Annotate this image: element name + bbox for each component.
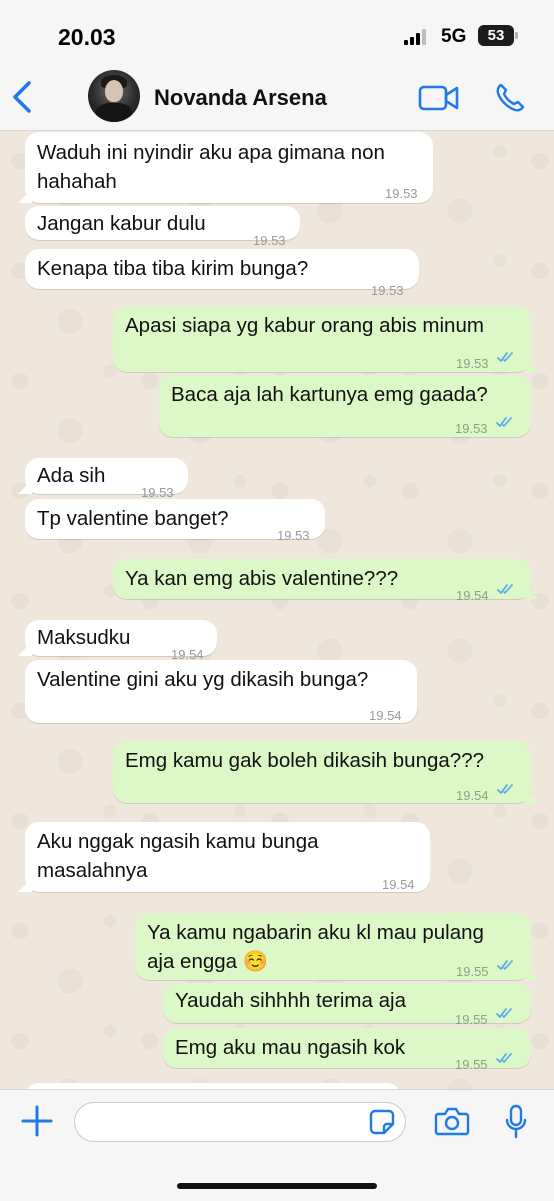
message-line: Valentine gini aku yg dikasih bunga? bbox=[37, 668, 369, 691]
outgoing-message[interactable]: Apasi siapa yg kabur orang abis minum 19.… bbox=[113, 306, 538, 372]
incoming-message[interactable]: Kenapa tiba tiba kirim bunga? 19.53 bbox=[25, 249, 419, 298]
message-time: 19.54 bbox=[456, 588, 489, 603]
chat-header: Novanda Arsena bbox=[0, 62, 554, 131]
avatar[interactable] bbox=[88, 70, 140, 122]
plus-icon[interactable] bbox=[20, 1104, 54, 1138]
message-line: Yaudah sihhhh terima aja bbox=[175, 989, 406, 1012]
message-time: 19.54 bbox=[456, 788, 489, 803]
home-indicator bbox=[177, 1183, 377, 1189]
message-time: 19.53 bbox=[385, 186, 418, 201]
sticker-icon[interactable] bbox=[369, 1109, 395, 1135]
message-line: masalahnya bbox=[37, 859, 148, 882]
bubble-tail bbox=[18, 480, 32, 494]
message-line: Emg kamu gak boleh dikasih bunga??? bbox=[125, 749, 484, 772]
message-text: Apasi siapa yg kabur orang abis minum bbox=[125, 311, 484, 340]
microphone-icon[interactable] bbox=[504, 1104, 528, 1140]
message-time: 19.53 bbox=[277, 528, 310, 543]
message-time: 19.54 bbox=[382, 877, 415, 892]
message-line: Emg aku mau ngasih kok bbox=[175, 1036, 406, 1059]
double-check-icon bbox=[497, 784, 513, 794]
message-text: Emg kamu gak boleh dikasih bunga??? bbox=[125, 746, 484, 775]
double-check-icon bbox=[497, 584, 513, 594]
status-time: 20.03 bbox=[58, 24, 116, 50]
camera-icon[interactable] bbox=[434, 1106, 470, 1136]
video-call-icon[interactable] bbox=[418, 84, 460, 112]
message-text: Jangan kabur dulu bbox=[37, 209, 206, 238]
bubble-tail bbox=[18, 189, 32, 203]
message-text: Tp valentine banget? bbox=[37, 504, 228, 533]
bubble-tail bbox=[524, 789, 538, 803]
message-line: Baca aja lah kartunya emg gaada? bbox=[171, 383, 488, 406]
incoming-message[interactable]: Maksudku 19.54 bbox=[18, 620, 217, 662]
message-line: Apasi siapa yg kabur orang abis minum bbox=[125, 314, 484, 337]
message-text: Baca aja lah kartunya emg gaada? bbox=[171, 380, 488, 409]
double-check-icon bbox=[496, 1053, 512, 1063]
message-text: Emg aku mau ngasih kok bbox=[175, 1033, 405, 1062]
incoming-message[interactable]: Aku nggak ngasih kamu bunga masalahnya 19.… bbox=[18, 822, 430, 892]
message-line: Jangan kabur dulu bbox=[37, 212, 206, 235]
message-text: Yaudah sihhhh terima aja bbox=[175, 986, 406, 1015]
outgoing-message[interactable]: Emg aku mau ngasih kok 19.55 bbox=[163, 1028, 531, 1072]
bubble-tail bbox=[524, 585, 538, 599]
message-text: Ada sih bbox=[37, 461, 105, 490]
message-text: Aku nggak ngasih kamu bunga masalahnya bbox=[37, 827, 319, 885]
phone-call-icon[interactable] bbox=[494, 82, 526, 114]
double-check-icon bbox=[497, 960, 513, 970]
message-line: Ya kamu ngabarin aku kl mau pulang bbox=[147, 921, 484, 944]
battery-tip bbox=[515, 32, 518, 39]
message-line: hahahah bbox=[37, 170, 117, 193]
bubble-tail bbox=[524, 966, 538, 980]
double-check-icon bbox=[497, 352, 513, 362]
bubble-tail bbox=[524, 358, 538, 372]
message-input[interactable] bbox=[74, 1102, 406, 1142]
message-line: Aku nggak ngasih kamu bunga bbox=[37, 830, 319, 853]
message-time: 19.53 bbox=[456, 356, 489, 371]
chat-area[interactable]: Waduh ini nyindir aku apa gimana non haha… bbox=[0, 131, 554, 1089]
status-bar: 20.03 5G 53 bbox=[0, 0, 554, 62]
message-line: aja engga ☺️ bbox=[147, 950, 269, 973]
bubble-tail bbox=[18, 878, 32, 892]
double-check-icon bbox=[496, 1008, 512, 1018]
battery-indicator: 53 bbox=[478, 25, 514, 46]
message-text: Kenapa tiba tiba kirim bunga? bbox=[37, 254, 308, 283]
incoming-message[interactable]: Waduh ini nyindir aku apa gimana non haha… bbox=[18, 132, 433, 203]
incoming-message[interactable]: Ada sih 19.53 bbox=[18, 458, 188, 500]
message-text: Ya kamu ngabarin aku kl mau pulang aja en… bbox=[147, 918, 484, 976]
message-text: Ya kan emg abis valentine??? bbox=[125, 564, 398, 593]
outgoing-message[interactable]: Ya kan emg abis valentine??? 19.54 bbox=[113, 559, 538, 603]
outgoing-message[interactable]: Ya kamu ngabarin aku kl mau pulang aja en… bbox=[135, 913, 538, 980]
message-time: 19.55 bbox=[455, 1057, 488, 1072]
message-line: Waduh ini nyindir aku apa gimana non bbox=[37, 141, 385, 164]
message-text: Waduh ini nyindir aku apa gimana non haha… bbox=[37, 138, 385, 196]
message-line: Kenapa tiba tiba kirim bunga? bbox=[37, 257, 309, 280]
message-time: 19.53 bbox=[371, 283, 404, 298]
message-text: Valentine gini aku yg dikasih bunga? bbox=[37, 665, 368, 694]
network-type: 5G bbox=[441, 26, 467, 47]
chevron-left-icon[interactable] bbox=[10, 80, 34, 114]
outgoing-message[interactable]: Yaudah sihhhh terima aja 19.55 bbox=[163, 983, 531, 1027]
input-bar bbox=[0, 1089, 554, 1201]
message-time: 19.54 bbox=[369, 708, 402, 723]
message-line: Tp valentine banget? bbox=[37, 507, 229, 530]
message-time: 19.53 bbox=[455, 421, 488, 436]
bubble-tail bbox=[18, 642, 32, 656]
double-check-icon bbox=[496, 417, 512, 427]
outgoing-message[interactable]: Emg kamu gak boleh dikasih bunga??? 19.54 bbox=[113, 741, 538, 803]
message-line: Maksudku bbox=[37, 626, 131, 649]
outgoing-message[interactable]: Baca aja lah kartunya emg gaada? 19.53 bbox=[159, 375, 531, 437]
message-line: Ada sih bbox=[37, 464, 106, 487]
message-line: Ya kan emg abis valentine??? bbox=[125, 567, 399, 590]
incoming-message[interactable]: Jangan kabur dulu 19.53 bbox=[25, 206, 300, 248]
contact-name[interactable]: Novanda Arsena bbox=[154, 85, 327, 111]
signal-icon bbox=[404, 29, 426, 45]
message-time: 19.55 bbox=[456, 964, 489, 979]
message-text: Maksudku bbox=[37, 623, 130, 652]
incoming-message[interactable]: Tp valentine banget? 19.53 bbox=[25, 499, 325, 543]
incoming-message[interactable]: Valentine gini aku yg dikasih bunga? 19.5… bbox=[25, 660, 417, 723]
